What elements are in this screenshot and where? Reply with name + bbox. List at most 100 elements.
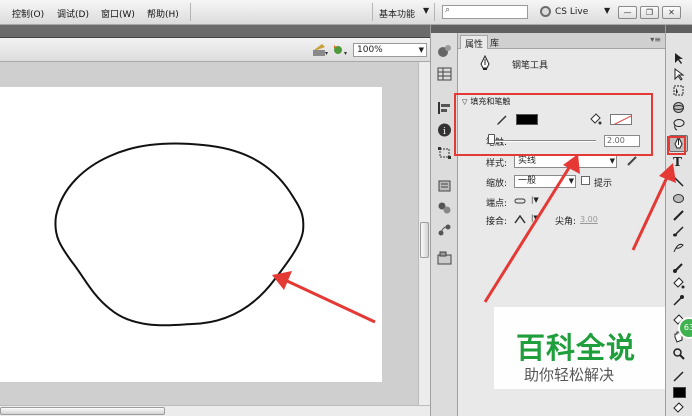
menu-bar: 控制(O) 调试(D) 窗口(W) 帮助(H) 基本功能 ▼ ⌕ CS Live… xyxy=(0,0,692,25)
cs-live-button[interactable]: CS Live xyxy=(555,7,588,17)
chevron-down-icon[interactable]: ▼ xyxy=(569,176,574,187)
tab-library[interactable]: 库 xyxy=(486,35,503,49)
chevron-down-icon[interactable]: |▼ xyxy=(531,214,539,222)
edit-stroke-style-icon[interactable] xyxy=(626,155,638,167)
tab-properties[interactable]: 属性 xyxy=(460,35,489,50)
properties-panel-header xyxy=(458,25,665,33)
miter-label: 尖角: xyxy=(555,217,577,227)
hint-label: 提示 xyxy=(594,179,613,189)
chevron-down-icon[interactable]: ▼ xyxy=(423,6,429,15)
scale-label: 缩放: xyxy=(486,179,508,189)
close-button[interactable]: ✕ xyxy=(662,6,681,19)
properties-tab-bar: 属性 库 ▾≡ xyxy=(458,33,665,50)
color-panel-icon[interactable] xyxy=(437,44,452,58)
edit-bar: 100% ▼ xyxy=(0,38,430,62)
minimize-button[interactable]: — xyxy=(618,6,637,19)
panel-menu-icon[interactable]: ▾≡ xyxy=(650,35,661,44)
zoom-tool-icon[interactable] xyxy=(672,347,685,360)
lasso-tool-icon[interactable] xyxy=(672,118,685,131)
fill-color-bucket-icon xyxy=(673,402,684,413)
scale-select-value: 一般 xyxy=(518,176,537,186)
align-panel-icon[interactable] xyxy=(437,101,452,115)
hint-checkbox[interactable] xyxy=(581,176,590,185)
horizontal-scrollbar[interactable] xyxy=(0,405,430,416)
3d-rotation-tool-icon[interactable] xyxy=(672,101,685,114)
miter-value[interactable]: 3.00 xyxy=(580,215,598,224)
document-tab-strip xyxy=(0,25,430,38)
edit-symbol-icon[interactable] xyxy=(332,43,348,57)
no-color-slash-icon xyxy=(613,115,631,124)
menu-control[interactable]: 控制(O) xyxy=(12,7,44,20)
chevron-down-icon[interactable]: |▼ xyxy=(531,196,539,204)
cs-live-icon[interactable] xyxy=(540,6,551,17)
horizontal-scroll-thumb[interactable] xyxy=(0,407,165,415)
menu-debug[interactable]: 调试(D) xyxy=(57,7,89,20)
tools-panel-header xyxy=(666,25,692,33)
menu-separator xyxy=(372,3,373,21)
menu-help[interactable]: 帮助(H) xyxy=(147,7,179,20)
code-snippets-panel-icon[interactable] xyxy=(437,179,452,193)
join-style-icon[interactable] xyxy=(514,214,526,224)
brush-tool-icon[interactable] xyxy=(672,225,685,238)
paint-bucket-tool-icon[interactable] xyxy=(672,277,685,290)
workspace-switcher[interactable]: 基本功能 xyxy=(379,7,415,20)
chevron-down-icon[interactable]: ▼ xyxy=(610,156,615,167)
style-select-value: 实线 xyxy=(518,156,537,166)
scale-select[interactable]: 一般 ▼ xyxy=(514,175,576,188)
restore-button[interactable]: ❐ xyxy=(640,6,659,19)
style-label: 样式: xyxy=(486,159,508,169)
vertical-scroll-thumb[interactable] xyxy=(420,222,429,258)
stroke-color-pencil-icon xyxy=(673,371,684,382)
selection-tool-icon[interactable] xyxy=(672,52,685,65)
search-icon: ⌕ xyxy=(445,5,451,15)
menu-separator xyxy=(434,3,435,21)
fill-color-swatch[interactable] xyxy=(610,114,632,125)
tools-panel: T xyxy=(665,25,692,416)
eyedropper-tool-icon[interactable] xyxy=(672,294,685,307)
stroke-color-swatch[interactable] xyxy=(516,114,538,125)
pen-drawn-closed-shape[interactable] xyxy=(54,142,305,327)
subselection-tool-icon[interactable] xyxy=(672,68,685,81)
tool-name: 钢笔工具 xyxy=(512,61,549,71)
bone-tool-icon[interactable] xyxy=(672,261,685,274)
vertical-scrollbar[interactable] xyxy=(418,62,430,405)
free-transform-tool-icon[interactable] xyxy=(672,84,685,97)
collapse-triangle-icon[interactable]: ▽ xyxy=(462,98,467,106)
cap-style-icon[interactable] xyxy=(514,196,526,206)
help-search-input[interactable]: ⌕ xyxy=(442,5,528,19)
oval-tool-icon[interactable] xyxy=(672,192,685,205)
paint-bucket-icon xyxy=(590,113,602,125)
edit-scene-icon[interactable] xyxy=(312,43,328,57)
motion-presets-panel-icon[interactable] xyxy=(437,223,452,237)
stage-canvas[interactable] xyxy=(0,87,382,382)
svg-text:i: i xyxy=(443,127,446,137)
swatches-panel-icon[interactable] xyxy=(437,67,452,81)
text-tool-icon[interactable]: T xyxy=(673,155,682,169)
pencil-tool-icon[interactable] xyxy=(672,209,685,222)
stroke-width-slider-track[interactable] xyxy=(492,140,596,142)
pen-tool-button[interactable] xyxy=(669,135,688,152)
components-panel-icon[interactable] xyxy=(437,201,452,215)
deco-tool-icon[interactable] xyxy=(672,241,685,254)
chevron-down-icon[interactable]: ▼ xyxy=(604,6,610,15)
style-select[interactable]: 实线 ▼ xyxy=(514,155,617,168)
collapsed-panel-strip: i xyxy=(430,25,458,416)
drawn-shape-canvas xyxy=(54,142,305,327)
menu-window[interactable]: 窗口(W) xyxy=(101,7,135,20)
project-panel-icon[interactable] xyxy=(437,251,452,265)
transform-panel-icon[interactable] xyxy=(437,146,452,160)
line-tool-icon[interactable] xyxy=(672,175,685,188)
stroke-pencil-icon xyxy=(497,115,507,125)
cap-label: 端点: xyxy=(486,199,508,209)
fill-stroke-section-title[interactable]: ▽ 填充和笔触 xyxy=(462,96,510,107)
chevron-down-icon[interactable]: ▼ xyxy=(419,44,424,56)
stroke-width-slider-thumb[interactable] xyxy=(488,134,495,144)
info-panel-icon[interactable]: i xyxy=(437,123,452,137)
pen-tool-icon xyxy=(480,55,490,70)
zoom-select[interactable]: 100% ▼ xyxy=(353,43,427,57)
watermark-title: 百科全说 xyxy=(516,331,637,365)
stroke-color-tool-swatch[interactable] xyxy=(673,387,686,398)
panel-strip-header xyxy=(431,25,458,33)
watermark-subtitle: 助你轻松解决 xyxy=(524,366,615,384)
stroke-width-input[interactable]: 2.00 xyxy=(604,135,640,147)
